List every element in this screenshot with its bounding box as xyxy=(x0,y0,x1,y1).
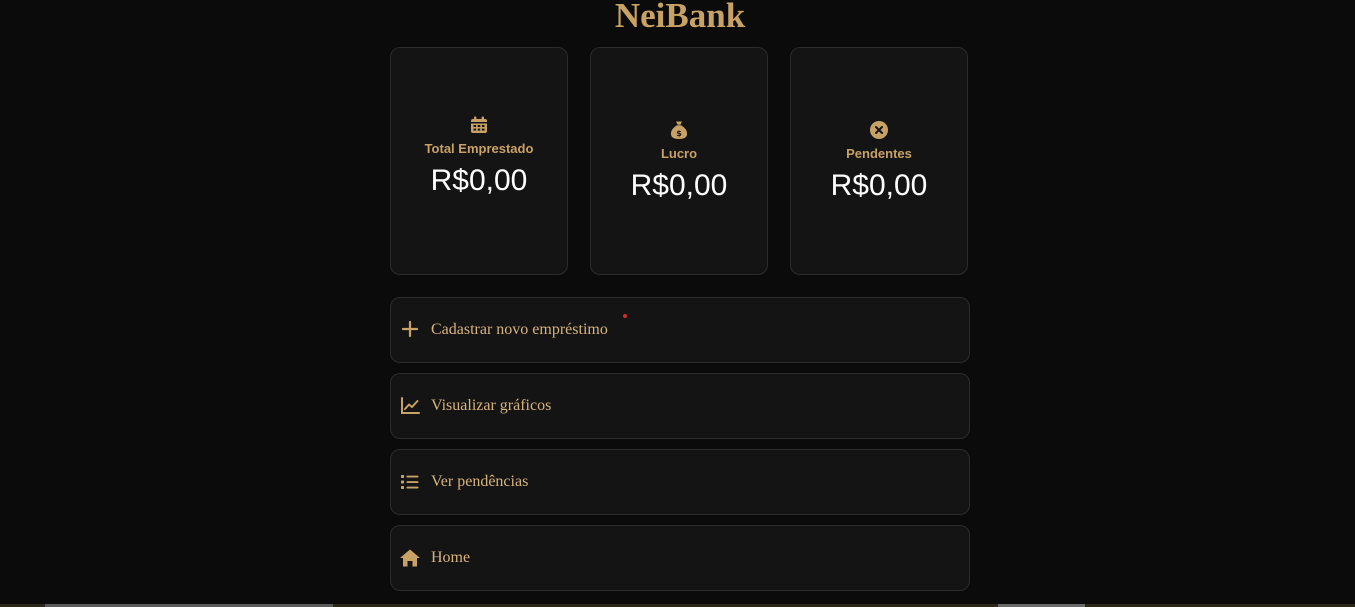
menu-item-label: Ver pendências xyxy=(431,473,529,490)
line-chart-icon xyxy=(399,395,421,417)
plus-icon xyxy=(399,318,421,340)
menu-item-label: Home xyxy=(431,549,471,566)
notification-dot xyxy=(623,314,627,318)
card-value: R$0,00 xyxy=(630,168,728,202)
menu-item-label: Visualizar gráficos xyxy=(431,397,552,414)
visualizar-graficos-button[interactable]: Visualizar gráficos xyxy=(390,373,970,439)
card-value: R$0,00 xyxy=(430,163,528,197)
home-button[interactable]: Home xyxy=(390,525,970,591)
card-pendentes: Pendentes R$0,00 xyxy=(790,47,968,275)
card-label: Lucro xyxy=(660,145,698,161)
ver-pendencias-button[interactable]: Ver pendências xyxy=(390,449,970,515)
list-icon xyxy=(399,471,421,493)
card-value: R$0,00 xyxy=(830,168,928,202)
svg-text:$: $ xyxy=(676,129,682,138)
home-icon xyxy=(399,547,421,569)
x-circle-icon xyxy=(869,120,889,140)
cadastrar-emprestimo-button[interactable]: Cadastrar novo empréstimo xyxy=(390,297,970,363)
card-total-emprestado: Total Emprestado R$0,00 xyxy=(390,47,568,275)
app-title: NeiBank xyxy=(614,0,746,35)
summary-cards: Total Emprestado R$0,00 $ Lucro R$0,00 P… xyxy=(390,47,970,277)
main-menu: Cadastrar novo empréstimo Visualizar grá… xyxy=(390,297,970,601)
card-label: Total Emprestado xyxy=(424,140,534,156)
card-lucro: $ Lucro R$0,00 xyxy=(590,47,768,275)
calendar-icon xyxy=(469,115,489,135)
card-label: Pendentes xyxy=(846,145,912,161)
menu-item-label: Cadastrar novo empréstimo xyxy=(431,321,608,338)
money-bag-icon: $ xyxy=(669,120,689,140)
